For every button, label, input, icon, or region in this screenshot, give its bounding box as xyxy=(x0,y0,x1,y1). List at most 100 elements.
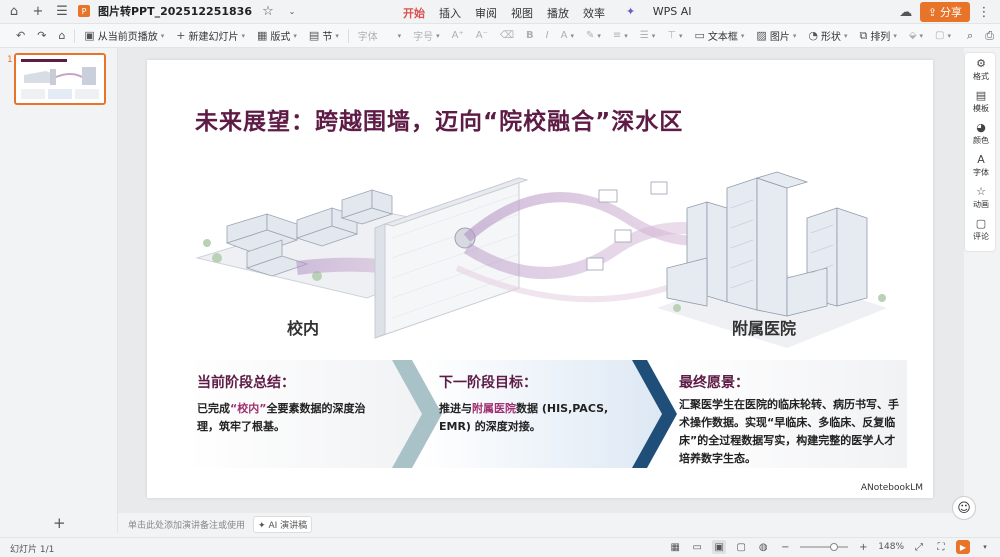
fill-button[interactable]: ⬙ ▾ xyxy=(903,26,929,46)
tab-wps-ai[interactable]: ✦ WPS AI xyxy=(612,5,705,26)
zoom-slider[interactable] xyxy=(800,543,849,551)
comment-panel-button[interactable]: ▢ 评论 xyxy=(965,213,997,245)
find-button[interactable]: ⌕ xyxy=(961,26,979,46)
redo-button[interactable]: ↷ xyxy=(31,26,52,46)
sorter-view-icon[interactable]: ▣ xyxy=(712,540,727,554)
outline-button[interactable]: ▢ ▾ xyxy=(929,26,957,46)
template-panel-button[interactable]: ▤ 模板 xyxy=(965,85,997,117)
clear-format-button[interactable]: ⌫ xyxy=(494,26,520,46)
ai-icon: ✦ xyxy=(258,520,266,531)
font-shrink-button[interactable]: A⁻ xyxy=(470,26,494,46)
color-panel-button[interactable]: ◕ 颜色 xyxy=(965,117,997,149)
font-family-select[interactable]: 字体 ▾ xyxy=(352,26,407,46)
ai-speech-button[interactable]: ✦ AI 演讲稿 xyxy=(253,515,313,533)
star-icon[interactable]: ☆ xyxy=(260,3,276,19)
tab-view[interactable]: 视图 xyxy=(504,5,540,26)
font-grow-button[interactable]: A⁺ xyxy=(446,26,470,46)
tab-insert[interactable]: 插入 xyxy=(432,5,468,26)
font-icon: A xyxy=(977,152,985,166)
palette-icon: ◕ xyxy=(976,120,986,134)
slide-count: 幻灯片 1/1 xyxy=(10,545,55,555)
slide-title[interactable]: 未来展望：跨越围墙，迈向“院校融合”深水区 xyxy=(195,102,683,136)
vertical-align-button[interactable]: ⊤ ▾ xyxy=(661,26,688,46)
speaker-notes-bar[interactable]: 单击此处添加演讲备注或使用 ✦ AI 演讲稿 xyxy=(118,513,964,535)
slide[interactable]: 未来展望：跨越围墙，迈向“院校融合”深水区 校内 附属医院 当前阶段总结： 已完… xyxy=(147,60,933,498)
zoom-level[interactable]: 148% xyxy=(878,542,904,552)
chevron-down-icon: ▾ xyxy=(570,31,574,40)
divider xyxy=(347,28,349,43)
align-button[interactable]: ≡ ▾ xyxy=(607,26,634,46)
tab-review[interactable]: 审阅 xyxy=(468,5,504,26)
slide-thumbnail-panel: 1 + xyxy=(0,48,118,533)
slide-thumbnail-preview xyxy=(16,55,104,103)
title-bar: ⌂ + ☰ P 图片转PPT_202512251836 ☆ ⌄ 开始 插入 审阅… xyxy=(0,0,1000,26)
normal-view-icon[interactable]: ▦ xyxy=(668,540,682,554)
font-panel-button[interactable]: A 字体 xyxy=(965,149,997,181)
panel2-title: 下一阶段目标： xyxy=(439,375,537,391)
comment-icon: ▢ xyxy=(975,216,987,230)
slide-thumbnail[interactable] xyxy=(14,53,106,105)
print-button[interactable]: ⎙ xyxy=(979,26,1000,46)
star-icon: ☆ xyxy=(976,184,986,198)
chevron-down-icon: ▾ xyxy=(651,31,656,40)
cloud-icon[interactable]: ☁ xyxy=(898,4,914,20)
fill-icon: ⬙ xyxy=(908,30,917,41)
slideshow-play-button[interactable]: ▶ xyxy=(956,540,970,554)
zoom-slider-handle[interactable] xyxy=(830,543,839,551)
notes-placeholder[interactable]: 单击此处添加演讲备注或使用 xyxy=(128,518,245,531)
italic-button[interactable]: I xyxy=(540,26,555,46)
reading-view-icon[interactable]: ▢ xyxy=(734,540,748,554)
panel2-text: 推进与附属医院数据 (HIS,PACS, EMR) 的深度对接。 xyxy=(439,402,609,433)
accessibility-icon[interactable]: ◍ xyxy=(756,540,770,554)
zoom-in-icon[interactable]: + xyxy=(856,540,870,554)
format-painter-button[interactable]: ⌂ xyxy=(52,26,71,46)
shape-button[interactable]: ◔ 形状 ▾ xyxy=(802,26,853,46)
home-icon[interactable]: ⌂ xyxy=(6,3,22,19)
animation-panel-button[interactable]: ☆ 动画 xyxy=(965,181,997,213)
chevron-down-icon[interactable]: ▾ xyxy=(978,540,992,554)
tab-home[interactable]: 开始 xyxy=(396,5,432,26)
slide-number: 1 xyxy=(7,55,13,65)
outline-view-icon[interactable]: ▭ xyxy=(690,540,704,554)
template-icon: ▤ xyxy=(975,88,987,102)
play-from-current-button[interactable]: ▣ 从当前页播放 ▾ xyxy=(78,26,170,46)
more-icon[interactable]: ⋮ xyxy=(976,4,992,20)
ribbon-toolbar: ↶ ↷ ⌂ ▣ 从当前页播放 ▾ + 新建幻灯片 ▾ ▦ 版式 ▾ ▤ 节 ▾ 字体 ▾ 字号 ▾ … xyxy=(0,24,1000,48)
arrange-button[interactable]: ⧉ 排列 ▾ xyxy=(853,26,902,46)
fit-window-icon[interactable]: ⤢ xyxy=(912,540,926,554)
font-size-select[interactable]: 字号 ▾ xyxy=(407,26,446,46)
undo-button[interactable]: ↶ xyxy=(10,26,31,46)
divider xyxy=(74,28,76,43)
zoom-out-icon[interactable]: − xyxy=(778,540,792,554)
picture-button[interactable]: ▨ 图片 ▾ xyxy=(750,26,802,46)
tab-efficiency[interactable]: 效率 xyxy=(576,5,612,26)
panel3-text: 汇聚医学生在医院的临床轮转、病历书写、手术操作数据。实现“早临床、多临床、反复临… xyxy=(679,398,899,465)
bold-button[interactable]: B xyxy=(520,26,540,46)
chevron-down-icon: ▾ xyxy=(293,31,297,40)
new-tab-icon[interactable]: + xyxy=(30,3,46,19)
highlighter-icon: ✎ xyxy=(585,30,595,41)
document-name[interactable]: 图片转PPT_202512251836 xyxy=(98,3,252,19)
tab-play[interactable]: 播放 xyxy=(540,5,576,26)
slide-canvas: 未来展望：跨越围墙，迈向“院校融合”深水区 校内 附属医院 当前阶段总结： 已完… xyxy=(118,48,964,513)
chevron-down-icon: ▾ xyxy=(597,31,601,40)
section-button[interactable]: ▤ 节 ▾ xyxy=(303,26,345,46)
watermark: ANotebookLM xyxy=(860,483,923,493)
highlight-button[interactable]: ✎ ▾ xyxy=(580,26,607,46)
menu-icon[interactable]: ☰ xyxy=(54,3,70,19)
fullscreen-icon[interactable]: ⛶ xyxy=(934,540,948,554)
main-menu: 开始 插入 审阅 视图 播放 效率 ✦ WPS AI xyxy=(396,5,705,26)
add-slide-button[interactable]: + xyxy=(53,514,66,532)
share-button[interactable]: ⇪ 分享 xyxy=(919,2,970,22)
layout-button[interactable]: ▦ 版式 ▾ xyxy=(251,26,303,46)
format-panel-button[interactable]: ⚙ 格式 xyxy=(965,53,997,85)
hospital-label: 附属医院 xyxy=(732,319,797,338)
font-color-button[interactable]: A ▾ xyxy=(555,26,580,46)
chevron-down-icon[interactable]: ⌄ xyxy=(284,3,300,19)
paragraph-button[interactable]: ☰ ▾ xyxy=(634,26,661,46)
new-slide-button[interactable]: + 新建幻灯片 ▾ xyxy=(170,26,251,46)
chevron-down-icon: ▾ xyxy=(335,31,339,40)
panel2-highlight: 附属医院 xyxy=(472,402,516,415)
eraser-icon: ⌫ xyxy=(499,30,515,41)
textbox-button[interactable]: ▭ 文本框 ▾ xyxy=(688,26,750,46)
